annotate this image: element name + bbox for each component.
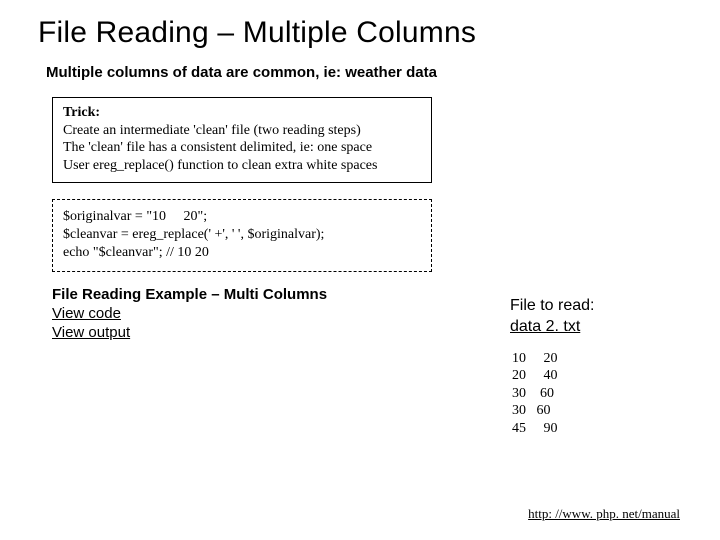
file-preview: File to read: data 2. txt 10 20 20 40 30…: [510, 296, 690, 437]
view-code-link[interactable]: View code: [52, 305, 121, 322]
file-contents: 10 20 20 40 30 60 30 60 45 90: [512, 350, 690, 438]
trick-line: The 'clean' file has a consistent delimi…: [63, 140, 372, 155]
footer-manual-link[interactable]: http: //www. php. net/manual: [528, 506, 680, 522]
file-name-link[interactable]: data 2. txt: [510, 318, 580, 335]
code-box: $originalvar = "10 20"; $cleanvar = ereg…: [52, 199, 432, 272]
slide-title: File Reading – Multiple Columns: [38, 16, 682, 50]
trick-line: User ereg_replace() function to clean ex…: [63, 158, 377, 173]
file-to-read-label: File to read:: [510, 297, 594, 314]
trick-box: Trick: Create an intermediate 'clean' fi…: [52, 97, 432, 183]
trick-label: Trick:: [63, 105, 100, 120]
trick-line: Create an intermediate 'clean' file (two…: [63, 123, 361, 138]
slide-subtitle: Multiple columns of data are common, ie:…: [46, 64, 682, 81]
view-output-link[interactable]: View output: [52, 324, 130, 341]
